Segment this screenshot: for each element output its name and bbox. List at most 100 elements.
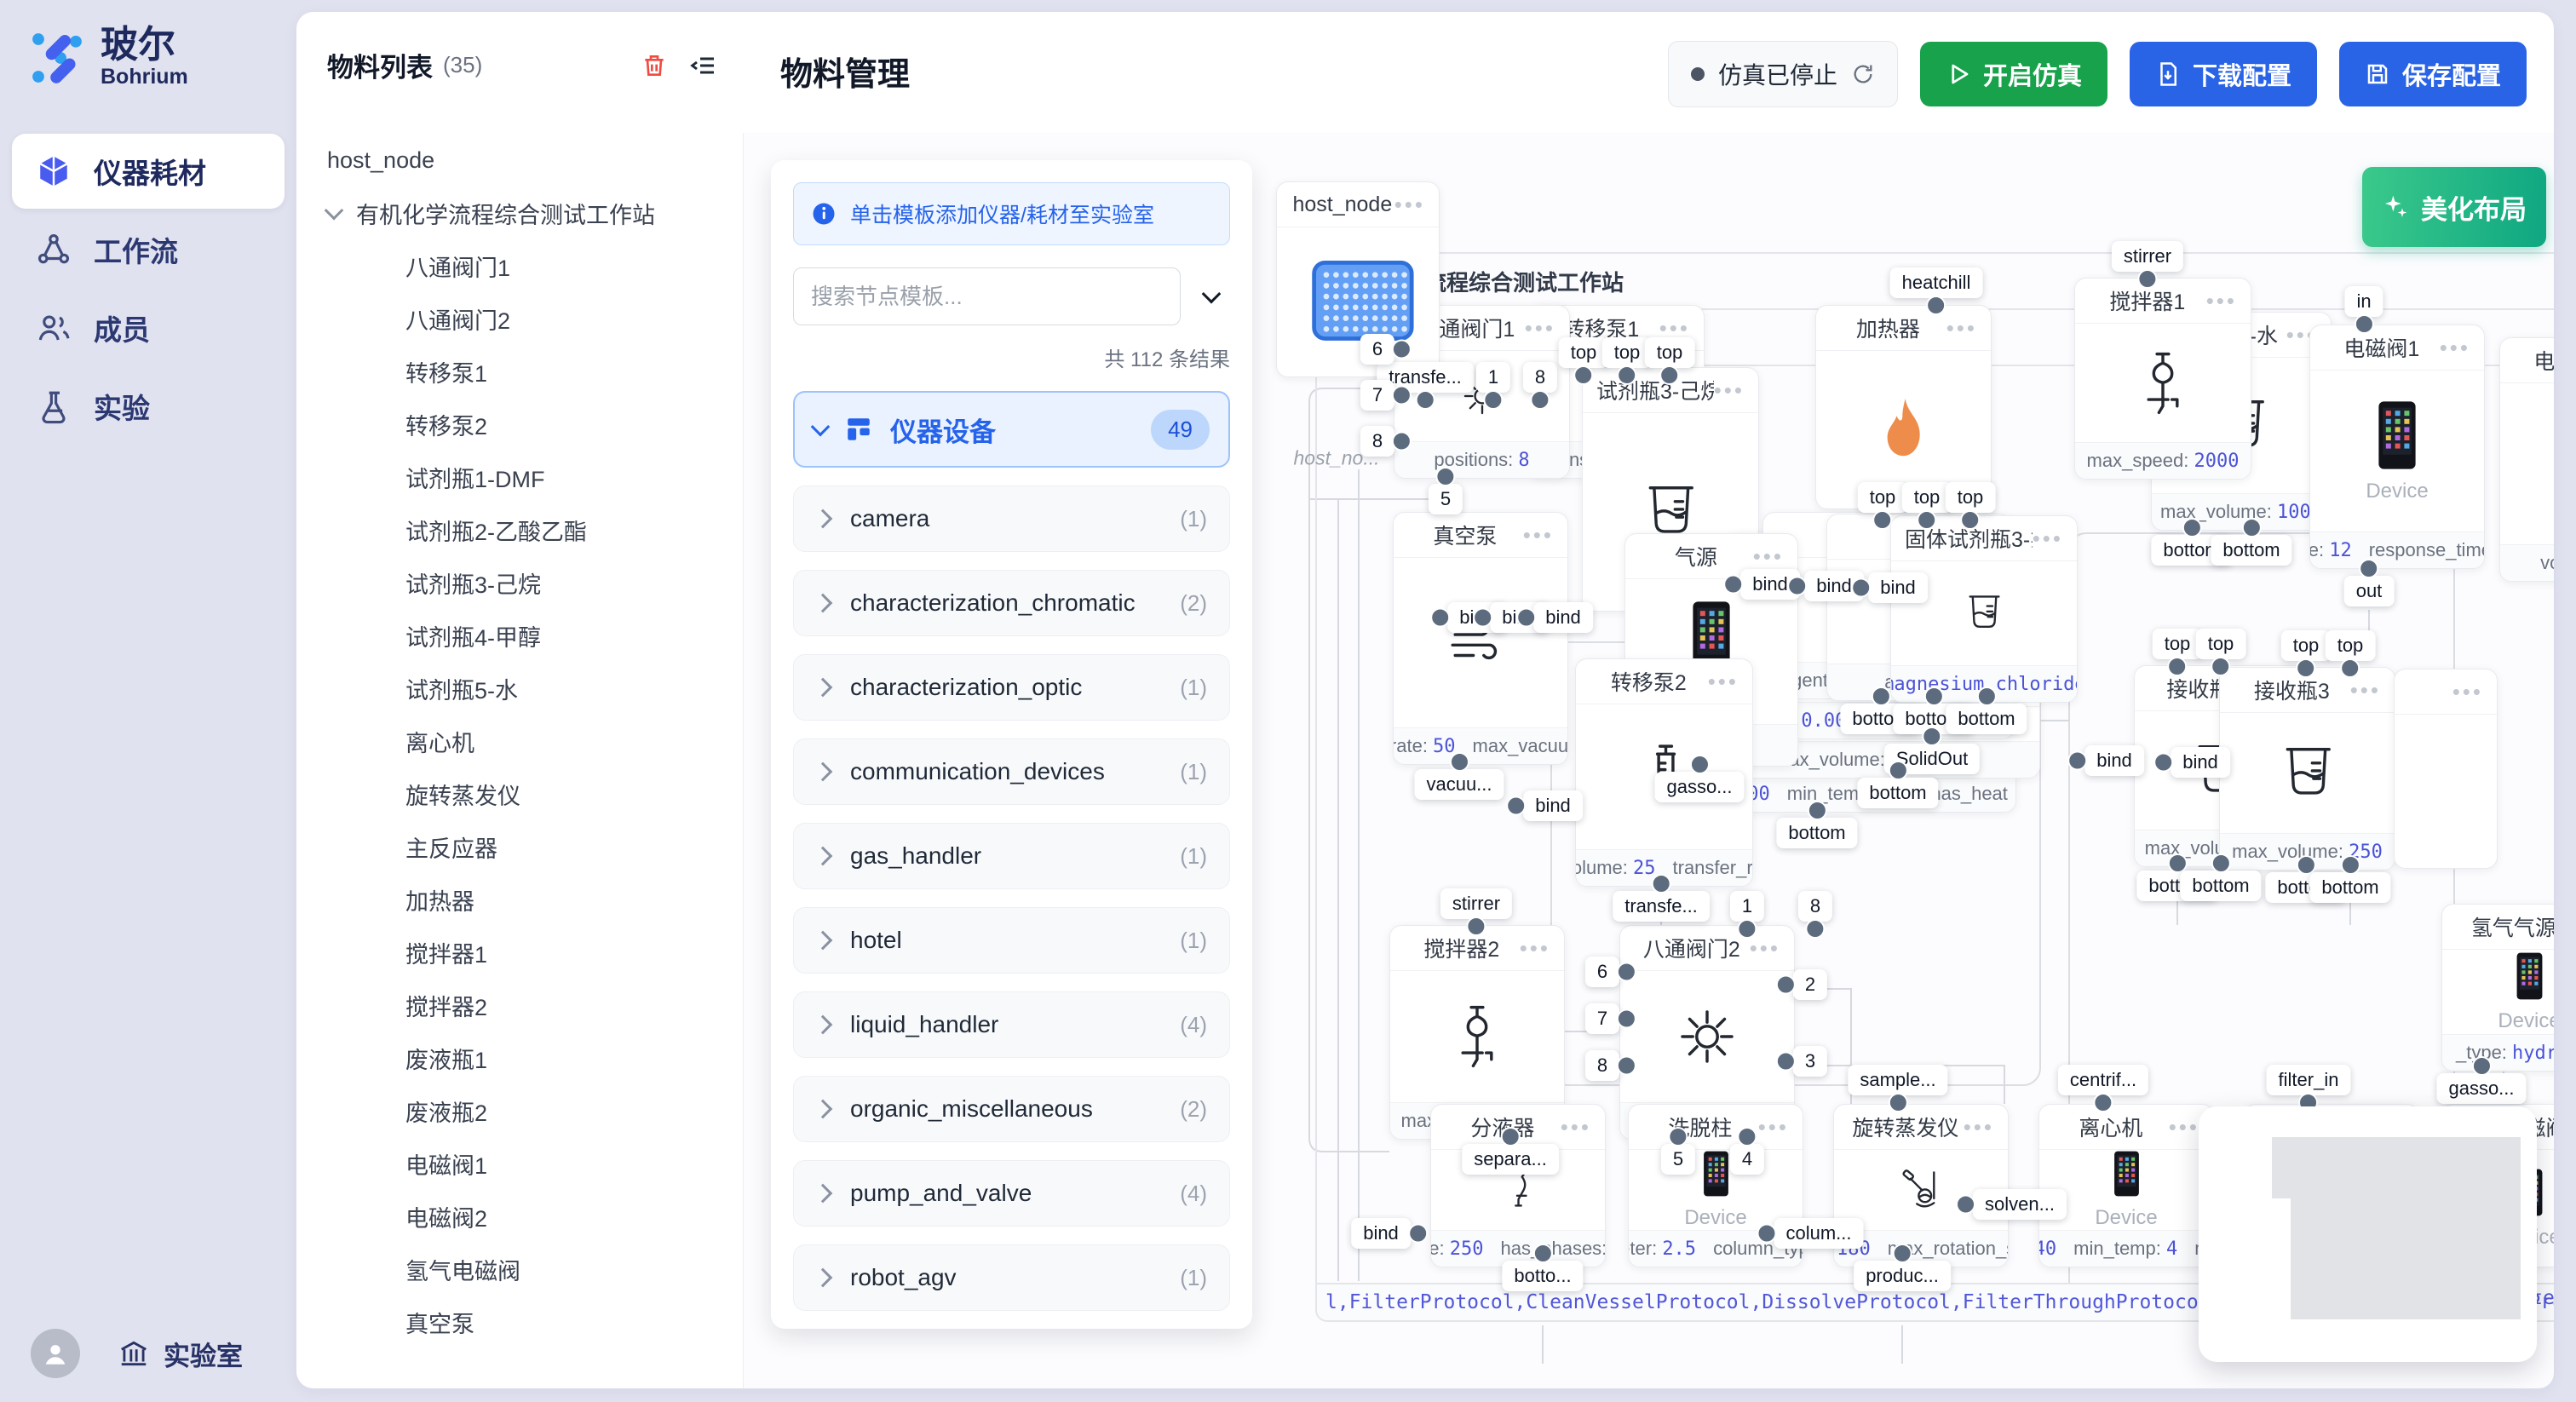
canvas-node-搅拌器1[interactable]: 搅拌器1•••max_speed: 2000 (2074, 278, 2251, 480)
search-template-input[interactable] (793, 267, 1181, 325)
subcategory-gas_handler[interactable]: gas_handler(1) (793, 823, 1230, 889)
tree-item[interactable]: 试剂瓶5-水 (296, 662, 743, 715)
subcategory-camera[interactable]: camera(1) (793, 486, 1230, 552)
port-chip-8[interactable]: 8 (1523, 362, 1557, 393)
collapse-list-icon[interactable] (690, 52, 717, 79)
node-menu-icon[interactable]: ••• (2350, 677, 2381, 704)
subcategory-communication_devices[interactable]: communication_devices(1) (793, 738, 1230, 805)
panel-fold-toggle[interactable] (1193, 290, 1230, 303)
port-dot[interactable] (2138, 269, 2158, 289)
tree-item[interactable]: 八通阀门2 (296, 292, 743, 345)
canvas-node-host_node[interactable]: host_node••• (1276, 181, 1440, 377)
port-chip-7[interactable]: 7 (1585, 1003, 1619, 1034)
tree-item[interactable]: 搅拌器2 (296, 979, 743, 1031)
tree-item-host-node[interactable]: host_node (296, 134, 743, 187)
port-dot[interactable] (1392, 432, 1412, 451)
port-dot[interactable] (1392, 340, 1412, 359)
canvas-node-加热器[interactable]: 加热器••• (1815, 305, 1992, 509)
port-dot[interactable] (2168, 657, 2188, 676)
node-menu-icon[interactable]: ••• (1520, 935, 1550, 962)
port-dot[interactable] (2182, 518, 2201, 537)
tree-item[interactable]: 废液瓶2 (296, 1084, 743, 1137)
port-chip-sample[interactable]: sample... (1848, 1065, 1947, 1095)
minimap[interactable] (2199, 1106, 2537, 1362)
tree-item[interactable]: 电磁阀2 (296, 1190, 743, 1243)
port-dot[interactable] (2341, 658, 2360, 678)
port-dot[interactable] (1473, 608, 1492, 628)
port-chip-5[interactable]: 5 (1661, 1144, 1695, 1175)
port-dot[interactable] (1500, 1127, 1520, 1146)
port-chip-bind[interactable]: bind (2171, 747, 2230, 778)
canvas-node-电磁阀2[interactable]: 电磁阀2•••Devicevoltage: 12 (2499, 337, 2554, 582)
tree-item[interactable]: 真空泵 (296, 1296, 743, 1348)
port-dot[interactable] (2471, 1056, 2491, 1076)
port-dot[interactable] (2355, 314, 2374, 334)
port-chip-8[interactable]: 8 (1798, 891, 1832, 922)
sidebar-item-workflow[interactable]: 工作流 (12, 212, 285, 287)
port-chip-top[interactable]: top (1902, 482, 1952, 513)
port-dot[interactable] (1918, 510, 1937, 530)
port-dot[interactable] (1436, 467, 1456, 486)
port-dot[interactable] (1652, 874, 1671, 893)
category-instruments[interactable]: 仪器设备 49 (793, 391, 1230, 468)
node-menu-icon[interactable]: ••• (2169, 1114, 2199, 1141)
port-chip-gasso[interactable]: gasso... (1654, 772, 1744, 802)
port-chip-1[interactable]: 1 (1476, 362, 1510, 393)
port-chip-top[interactable]: top (1858, 482, 1908, 513)
port-dot[interactable] (1888, 761, 1907, 780)
canvas-node-离心机[interactable]: 离心机•••Devicetemp: 40min_temp: 4max_spe (2038, 1104, 2214, 1267)
port-dot[interactable] (1871, 687, 1890, 706)
port-chip-out[interactable]: out (2344, 576, 2395, 606)
port-chip-colum[interactable]: colum... (1774, 1218, 1863, 1249)
subcategory-organic_miscellaneous[interactable]: organic_miscellaneous(2) (793, 1076, 1230, 1142)
node-menu-icon[interactable]: ••• (2033, 526, 2063, 552)
port-chip-filterin[interactable]: filter_in (2267, 1065, 2351, 1095)
subcategory-characterization_optic[interactable]: characterization_optic(1) (793, 654, 1230, 721)
port-dot[interactable] (1484, 390, 1504, 410)
port-dot[interactable] (1961, 510, 1981, 530)
port-dot[interactable] (1873, 510, 1893, 530)
port-dot[interactable] (2211, 853, 2230, 873)
beautify-layout-button[interactable]: 美化布局 (2362, 167, 2546, 247)
port-dot[interactable] (2360, 559, 2379, 578)
port-dot[interactable] (1408, 1224, 1428, 1244)
tree-item[interactable]: 八通阀门1 (296, 239, 743, 292)
port-chip-bottom[interactable]: bottom (2309, 872, 2390, 903)
tree-item[interactable]: 旋转蒸发仪 (296, 767, 743, 820)
node-menu-icon[interactable]: ••• (1714, 377, 1745, 404)
port-chip-top[interactable]: top (1559, 337, 1609, 368)
delete-icon[interactable] (641, 52, 668, 79)
port-dot[interactable] (1449, 752, 1469, 772)
port-chip-bind[interactable]: bind (2084, 745, 2144, 776)
subcategory-pump_and_valve[interactable]: pump_and_valve(4) (793, 1160, 1230, 1227)
tree-item[interactable]: 转移泵1 (296, 345, 743, 398)
port-chip-solven[interactable]: solven... (1973, 1189, 2067, 1220)
port-chip-top[interactable]: top (2196, 629, 2246, 659)
port-chip-6[interactable]: 6 (1360, 334, 1394, 365)
port-chip-bind[interactable]: bind (1868, 572, 1928, 603)
refresh-icon[interactable] (1851, 62, 1875, 86)
node-menu-icon[interactable]: ••• (1964, 1114, 1994, 1141)
port-dot[interactable] (1430, 608, 1450, 628)
port-dot[interactable] (1738, 1127, 1757, 1146)
port-dot[interactable] (1738, 919, 1757, 939)
port-chip-bind[interactable]: bind (1351, 1218, 1411, 1249)
tree-item[interactable]: 试剂瓶2-乙酸乙酯 (296, 503, 743, 556)
port-chip-stirrer[interactable]: stirrer (1440, 888, 1512, 919)
port-chip-heatchill[interactable]: heatchill (1890, 267, 1983, 298)
tree-item[interactable]: 废液瓶1 (296, 1031, 743, 1084)
port-dot[interactable] (1807, 801, 1826, 820)
port-dot[interactable] (1617, 1009, 1636, 1029)
port-dot[interactable] (1888, 1093, 1907, 1112)
port-dot[interactable] (1757, 1224, 1776, 1244)
port-chip-top[interactable]: top (1645, 337, 1695, 368)
port-dot[interactable] (1776, 975, 1796, 995)
port-dot[interactable] (1806, 919, 1826, 939)
port-chip-5[interactable]: 5 (1429, 484, 1463, 514)
port-chip-vacuu[interactable]: vacuu... (1414, 769, 1504, 800)
node-menu-icon[interactable]: ••• (2206, 288, 2237, 314)
node-menu-icon[interactable]: ••• (1750, 935, 1780, 962)
node-menu-icon[interactable]: ••• (1394, 192, 1425, 218)
port-dot[interactable] (1506, 796, 1526, 816)
port-dot[interactable] (1574, 365, 1594, 385)
